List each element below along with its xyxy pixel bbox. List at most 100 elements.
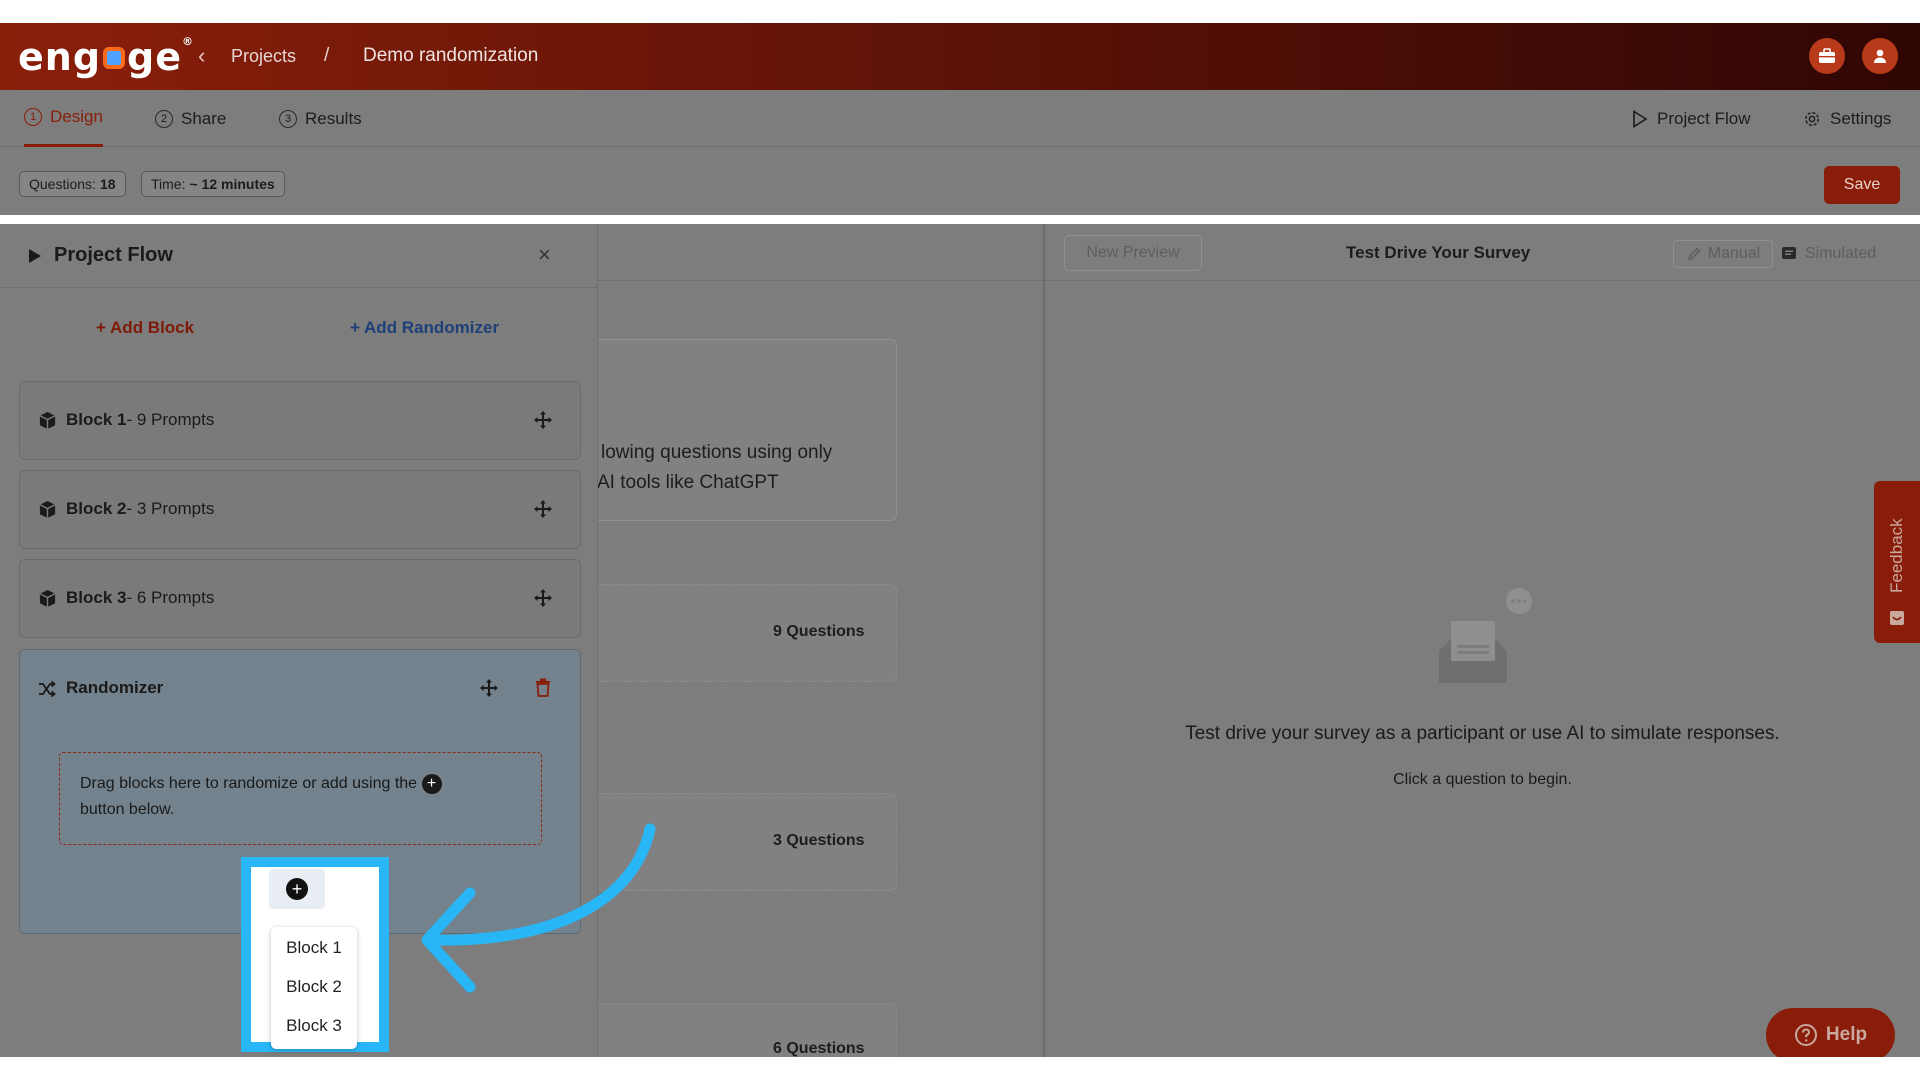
feedback-tab[interactable]: Feedback: [1874, 481, 1920, 643]
preview-empty-subtext: Click a question to begin.: [1393, 771, 1572, 788]
help-button[interactable]: Help: [1766, 1008, 1895, 1057]
panel-title-text: Project Flow: [54, 244, 173, 266]
drag-handle-icon[interactable]: [533, 410, 553, 430]
flow-block-2[interactable]: Block 2- 3 Prompts: [19, 470, 581, 549]
drag-handle-icon[interactable]: [479, 678, 499, 698]
question-circle-icon: [1794, 1024, 1817, 1046]
drag-handle-icon[interactable]: [533, 499, 553, 519]
add-randomizer-label: Add Randomizer: [364, 318, 500, 337]
close-icon[interactable]: ×: [538, 242, 551, 268]
settings-label: Settings: [1830, 108, 1892, 128]
simulated-mode-toggle[interactable]: Simulated: [1781, 240, 1899, 268]
block-label: Block 1- 9 Prompts: [66, 410, 214, 430]
drag-handle-icon[interactable]: [533, 588, 553, 608]
time-value: ~ 12 minutes: [189, 176, 275, 192]
survey-inbox-icon: [1439, 588, 1532, 683]
preview-divider: [1043, 224, 1045, 1057]
tab-results[interactable]: 3 Results: [279, 90, 362, 147]
plus-icon: +: [350, 318, 360, 337]
cube-icon: [39, 411, 56, 430]
add-block-button[interactable]: + Add Block: [96, 318, 194, 338]
simulated-label: Simulated: [1805, 245, 1877, 262]
gear-icon: [1805, 111, 1819, 126]
user-avatar-icon[interactable]: [1862, 38, 1898, 74]
block-detail: - 9 Prompts: [126, 410, 215, 429]
cube-icon: [39, 500, 56, 519]
question-count: 9 Questions: [773, 623, 865, 640]
feedback-label: Feedback: [1887, 518, 1906, 594]
help-label: Help: [1825, 1024, 1868, 1045]
engage-logo[interactable]: eng ge®: [18, 35, 194, 79]
top-bar: eng ge® ‹ Projects / Demo randomization: [0, 23, 1920, 90]
block-detail: - 3 Prompts: [126, 499, 215, 518]
questions-count-chip: Questions: 18: [19, 171, 126, 197]
briefcase-icon[interactable]: [1809, 38, 1845, 74]
chat-icon: [1782, 247, 1796, 259]
time-label: Time:: [151, 176, 186, 192]
manual-label: Manual: [1707, 245, 1761, 262]
breadcrumb-project-title: Demo randomization: [363, 45, 539, 66]
tutorial-arrow-icon: [421, 823, 656, 993]
tab-design[interactable]: 1 Design: [24, 90, 103, 147]
block-card-1[interactable]: 9 Questions: [560, 584, 897, 682]
editor-header: [598, 224, 1044, 281]
block-name: Block 3: [66, 588, 127, 607]
block-card-3[interactable]: 6 Questions: [560, 1003, 897, 1057]
highlighted-add-menu: + Block 1 Block 2 Block 3: [241, 857, 389, 1052]
block-dropdown-menu: Block 1 Block 2 Block 3: [271, 927, 357, 1049]
question-card[interactable]: lowing questions using only AI tools lik…: [560, 339, 897, 521]
preview-title: Test Drive Your Survey: [1346, 243, 1531, 262]
app-window: eng ge® ‹ Projects / Demo randomization 1…: [0, 23, 1920, 1057]
tab-number: 1: [24, 108, 42, 126]
questions-value: 18: [99, 176, 116, 192]
trash-icon[interactable]: [535, 678, 551, 697]
tab-share[interactable]: 2 Share: [155, 90, 226, 147]
time-estimate-chip: Time: ~ 12 minutes: [141, 171, 285, 197]
project-flow-link[interactable]: Project Flow: [1632, 90, 1751, 147]
breadcrumb-separator: /: [324, 45, 330, 66]
plus-circle-icon: +: [286, 878, 308, 900]
info-bar: [0, 147, 1920, 215]
randomizer-title: Randomizer: [66, 678, 164, 697]
play-icon: [29, 248, 41, 263]
settings-link[interactable]: Settings: [1803, 90, 1891, 147]
menu-item-block-1[interactable]: Block 1: [271, 929, 357, 967]
randomizer-hint-1: Drag blocks here to randomize or add usi…: [80, 775, 418, 792]
question-count: 6 Questions: [773, 1040, 865, 1057]
feedback-icon: [1890, 611, 1904, 625]
question-card-text-line2: AI tools like ChatGPT: [597, 472, 779, 493]
questions-label: Questions:: [29, 176, 96, 192]
manual-mode-toggle[interactable]: Manual: [1673, 240, 1773, 268]
tab-label: Results: [305, 108, 362, 128]
panel-header: Project Flow ×: [0, 224, 598, 288]
block-label: Block 2- 3 Prompts: [66, 499, 214, 519]
flow-block-1[interactable]: Block 1- 9 Prompts: [19, 381, 581, 460]
randomizer-hint-2: button below.: [80, 801, 175, 818]
block-label: Block 3- 6 Prompts: [66, 588, 214, 608]
add-block-label: Add Block: [110, 318, 195, 337]
add-block-to-randomizer-button[interactable]: +: [269, 869, 325, 909]
tab-label: Share: [181, 108, 227, 128]
plus-icon: +: [96, 318, 106, 337]
menu-item-block-3[interactable]: Block 3: [271, 1007, 357, 1045]
project-flow-label: Project Flow: [1657, 108, 1751, 128]
flow-block-3[interactable]: Block 3- 6 Prompts: [19, 559, 581, 638]
tab-label: Design: [50, 107, 103, 126]
new-preview-button[interactable]: New Preview: [1064, 235, 1202, 271]
back-chevron-icon[interactable]: ‹: [198, 43, 205, 69]
cube-icon: [39, 589, 56, 608]
question-count: 3 Questions: [773, 832, 865, 849]
menu-item-block-2[interactable]: Block 2: [271, 968, 357, 1006]
breadcrumb-projects[interactable]: Projects: [231, 46, 296, 67]
preview-empty-text: Test drive your survey as a participant …: [1185, 723, 1780, 744]
shuffle-icon: [39, 680, 56, 698]
add-randomizer-button[interactable]: + Add Randomizer: [350, 318, 499, 338]
tab-number: 3: [279, 109, 297, 128]
save-button[interactable]: Save: [1824, 166, 1900, 204]
tab-number: 2: [155, 109, 173, 128]
play-outline-icon: [1633, 109, 1648, 128]
pencil-icon: [1687, 247, 1701, 260]
panel-title: Project Flow: [28, 244, 173, 267]
block-detail: - 6 Prompts: [126, 588, 215, 607]
plus-circle-icon: +: [421, 773, 442, 794]
